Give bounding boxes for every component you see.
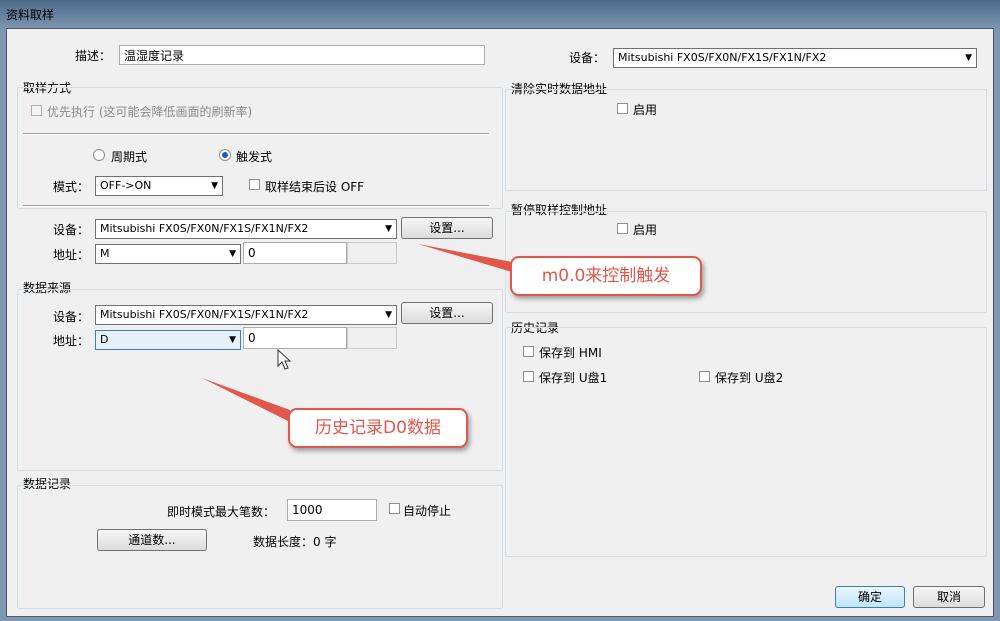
annotation-arrows	[202, 244, 512, 422]
callout-history-note: 历史记录D0数据	[288, 408, 468, 448]
callout-trigger-note: m0.0来控制触发	[510, 256, 702, 296]
callout1-pointer	[418, 244, 512, 272]
callout2-pointer	[202, 378, 290, 422]
window-frame: 资料取样 描述： 温湿度记录 设备： Mitsubishi FX0S/FX0N/…	[0, 0, 1000, 621]
